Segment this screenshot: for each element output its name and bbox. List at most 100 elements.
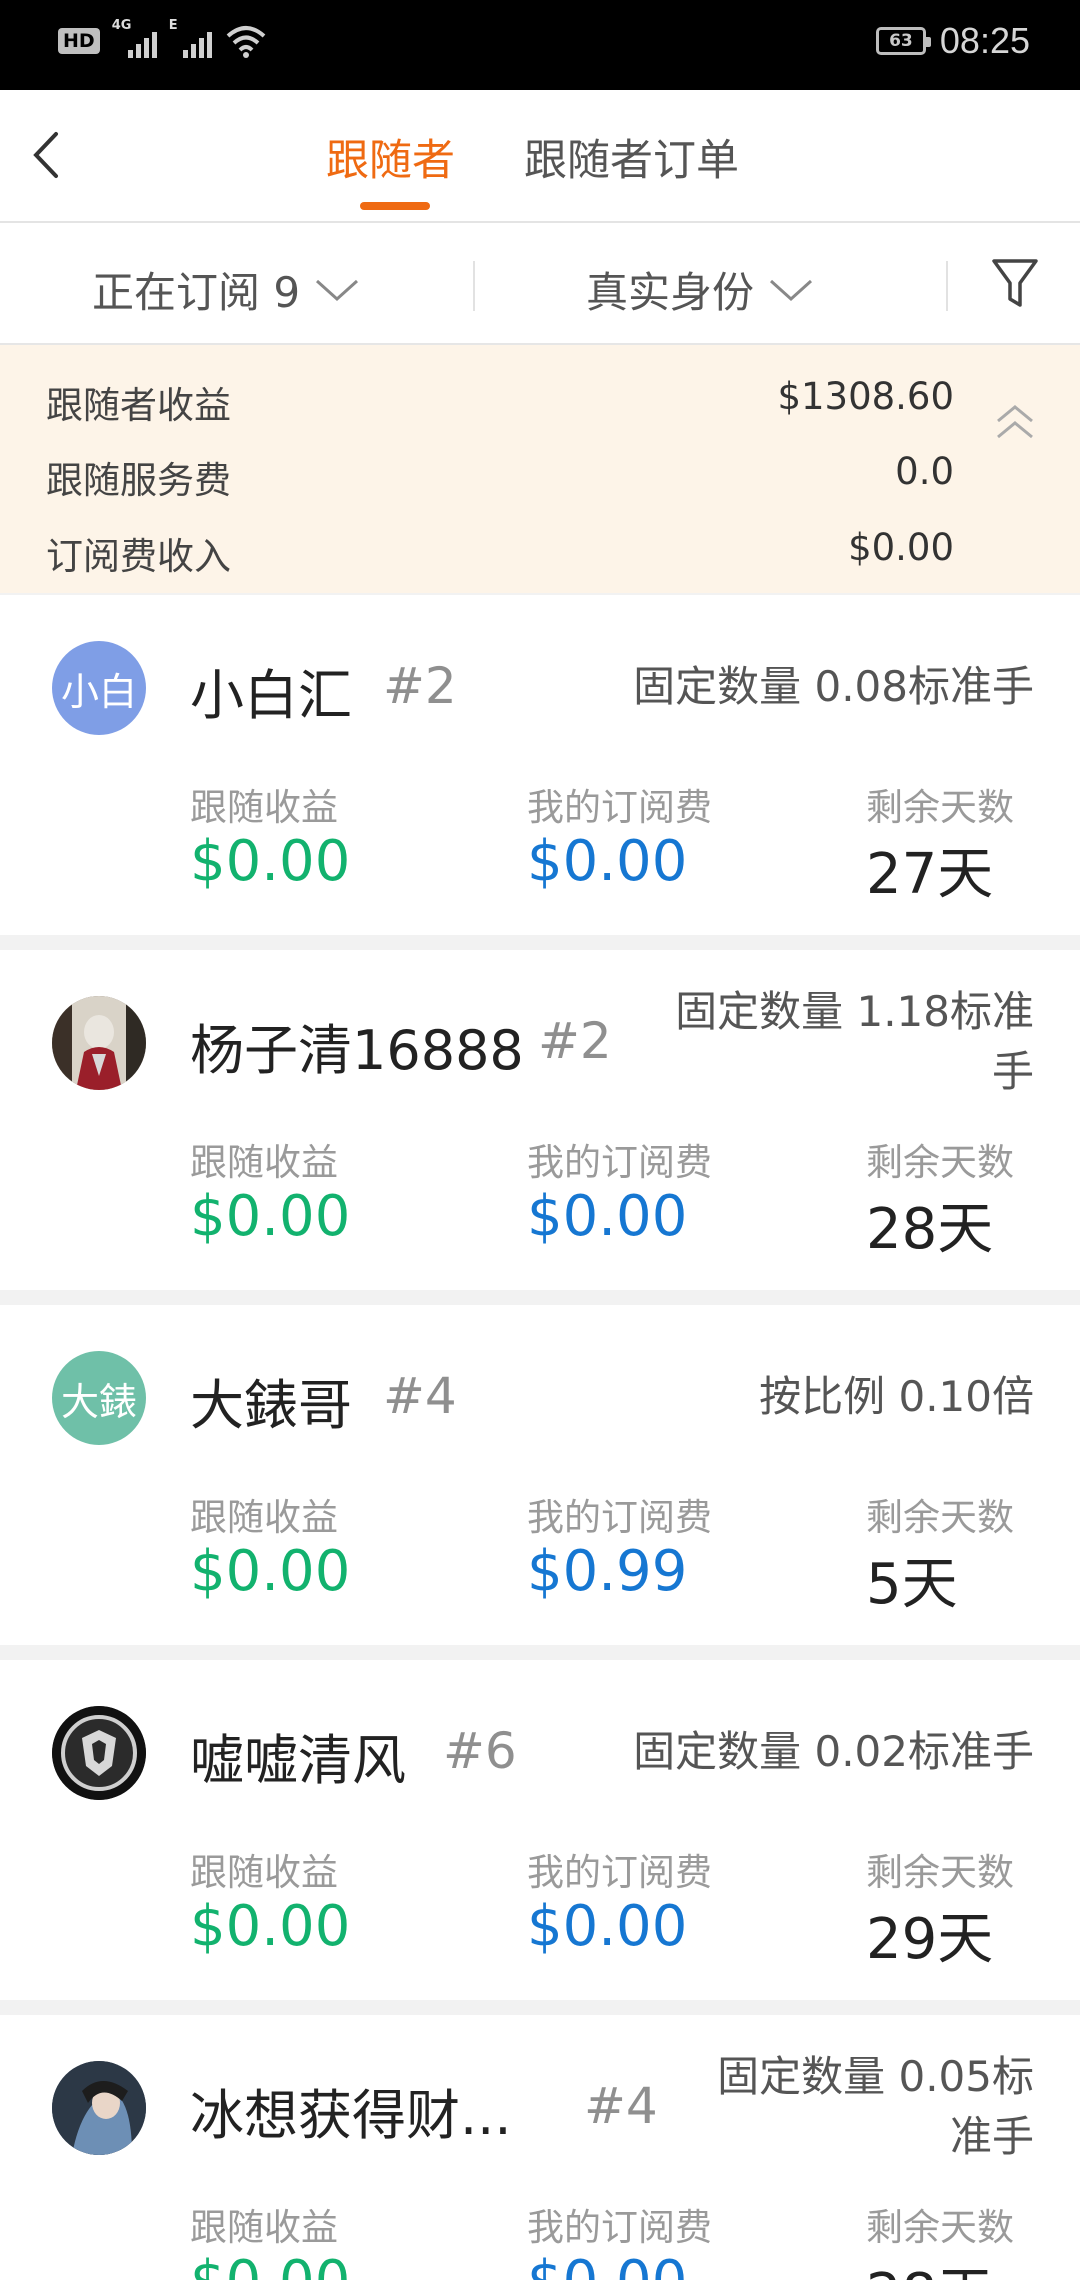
active-tab-indicator	[360, 202, 430, 210]
copy-mode-line: 固定数量 0.02标准手	[633, 1727, 1034, 1776]
shield-logo-icon	[52, 1706, 146, 1800]
fee-label: 我的订阅费	[527, 1141, 712, 1184]
days-value: 28天	[866, 2249, 993, 2280]
earnings-label: 跟随收益	[190, 1496, 338, 1539]
follower-rank: #4	[383, 1367, 457, 1425]
days-value: 28天	[866, 1197, 994, 1262]
fee-label: 我的订阅费	[527, 786, 712, 829]
copy-mode: 按比例 0.10倍	[759, 1367, 1034, 1427]
days-label: 剩余天数	[866, 786, 1014, 829]
identity-filter[interactable]: 真实身份	[586, 259, 814, 320]
avatar	[52, 1706, 146, 1800]
back-arrow-icon[interactable]	[22, 120, 82, 190]
tab-followers[interactable]: 跟随者	[326, 126, 455, 188]
clock: 08:25	[939, 20, 1030, 61]
follower-card[interactable]: 小白 小白汇 #2 固定数量 0.08标准手 跟随收益 我的订阅费 剩余天数 $…	[0, 595, 1080, 935]
summary-row: 跟随服务费 0.0	[46, 450, 954, 504]
user-photo-icon	[52, 996, 146, 1090]
follower-rank: #2	[538, 1012, 612, 1070]
earnings-value: $0.00	[190, 1539, 351, 1604]
user-photo-icon	[52, 2061, 146, 2155]
status-bar: HD 4G E 63 08:25	[0, 0, 1080, 90]
fee-label: 我的订阅费	[527, 2206, 712, 2249]
chevron-down-icon	[316, 279, 359, 301]
copy-mode-line: 固定数量 0.08标准手	[633, 662, 1034, 711]
copy-mode: 固定数量 0.05标 准手	[717, 2047, 1034, 2167]
days-value: 29天	[866, 1907, 994, 1972]
follower-name: 冰想获得财...	[190, 2084, 512, 2147]
earnings-value: $0.00	[190, 1184, 351, 1249]
fee-value: $0.00	[527, 2249, 687, 2280]
filter-divider	[473, 261, 475, 311]
chevron-down-icon	[770, 279, 813, 301]
fee-value: $0.00	[527, 1184, 688, 1249]
earnings-label: 跟随收益	[190, 786, 338, 829]
summary-label: 跟随服务费	[46, 459, 231, 502]
follower-name: 嘘嘘清风	[190, 1729, 406, 1792]
filter-divider	[946, 261, 948, 311]
subscribing-filter-label: 正在订阅 9	[92, 268, 301, 317]
days-label: 剩余天数	[866, 1851, 1014, 1894]
hd-badge: HD	[58, 28, 100, 54]
earnings-label: 跟随收益	[190, 1851, 338, 1894]
avatar: 大錶	[52, 1351, 146, 1445]
copy-mode-line: 固定数量 0.05标	[717, 2052, 1034, 2101]
filter-funnel-icon[interactable]	[990, 255, 1040, 311]
status-right: 63 08:25	[875, 20, 1030, 62]
earnings-value: $0.00	[190, 1894, 351, 1959]
fee-label: 我的订阅费	[527, 1496, 712, 1539]
filter-bar: 正在订阅 9 真实身份	[0, 223, 1080, 345]
summary-row: 订阅费收入 $0.00	[46, 526, 954, 580]
wifi-icon	[226, 26, 266, 58]
avatar	[52, 996, 146, 1090]
copy-mode-line: 按比例 0.10倍	[759, 1372, 1034, 1421]
summary-label: 跟随者收益	[46, 384, 231, 427]
avatar: 小白	[52, 641, 146, 735]
follower-rank: #4	[584, 2077, 658, 2135]
summary-row: 跟随者收益 $1308.60	[46, 375, 954, 429]
copy-mode-line: 固定数量 1.18标准	[675, 987, 1034, 1036]
top-nav: 跟随者 跟随者订单	[0, 90, 1080, 223]
copy-mode: 固定数量 0.08标准手	[633, 657, 1034, 717]
follower-card[interactable]: 嘘嘘清风 #6 固定数量 0.02标准手 跟随收益 我的订阅费 剩余天数 $0.…	[0, 1660, 1080, 2000]
summary-value: $1308.60	[777, 375, 954, 418]
signal-e-icon: E	[169, 18, 212, 58]
earnings-label: 跟随收益	[190, 1141, 338, 1184]
earnings-value: $0.00	[190, 2249, 350, 2280]
copy-mode: 固定数量 0.02标准手	[633, 1722, 1034, 1782]
earnings-summary: 跟随者收益 $1308.60 跟随服务费 0.0 订阅费收入 $0.00	[0, 345, 1080, 593]
copy-mode-line: 准手	[949, 2112, 1034, 2161]
tab-follower-orders[interactable]: 跟随者订单	[524, 126, 739, 188]
subscribing-filter[interactable]: 正在订阅 9	[92, 259, 360, 320]
signal-4g-icon: 4G	[112, 18, 157, 58]
earnings-label: 跟随收益	[190, 2206, 338, 2249]
summary-label: 订阅费收入	[46, 535, 231, 578]
days-value: 5天	[866, 1552, 958, 1617]
battery-icon: 63	[875, 27, 931, 55]
days-label: 剩余天数	[866, 2206, 1014, 2249]
fee-value: $0.00	[527, 829, 688, 894]
summary-value: 0.0	[895, 450, 954, 493]
days-label: 剩余天数	[866, 1496, 1014, 1539]
follower-name: 小白汇	[190, 664, 352, 727]
fee-value: $0.00	[527, 1894, 688, 1959]
follower-name: 杨子清16888	[190, 1019, 524, 1082]
follower-name: 大錶哥	[190, 1374, 352, 1437]
follower-card[interactable]: 大錶 大錶哥 #4 按比例 0.10倍 跟随收益 我的订阅费 剩余天数 $0.0…	[0, 1305, 1080, 1645]
collapse-chevron-up-icon[interactable]	[990, 395, 1040, 455]
follower-card[interactable]: 杨子清16888 #2 固定数量 1.18标准 手 跟随收益 我的订阅费 剩余天…	[0, 950, 1080, 1290]
follower-card[interactable]: 冰想获得财... #4 固定数量 0.05标 准手 跟随收益 我的订阅费 剩余天…	[0, 2015, 1080, 2280]
status-indicators: HD 4G E	[58, 18, 266, 58]
earnings-value: $0.00	[190, 829, 351, 894]
fee-label: 我的订阅费	[527, 1851, 712, 1894]
avatar	[52, 2061, 146, 2155]
follower-rank: #6	[443, 1722, 517, 1780]
copy-mode: 固定数量 1.18标准 手	[675, 982, 1034, 1102]
fee-value: $0.99	[527, 1539, 688, 1604]
copy-mode-line: 手	[991, 1047, 1034, 1096]
follower-rank: #2	[383, 657, 457, 715]
summary-value: $0.00	[848, 526, 954, 569]
days-label: 剩余天数	[866, 1141, 1014, 1184]
identity-filter-label: 真实身份	[586, 268, 755, 317]
days-value: 27天	[866, 842, 994, 907]
